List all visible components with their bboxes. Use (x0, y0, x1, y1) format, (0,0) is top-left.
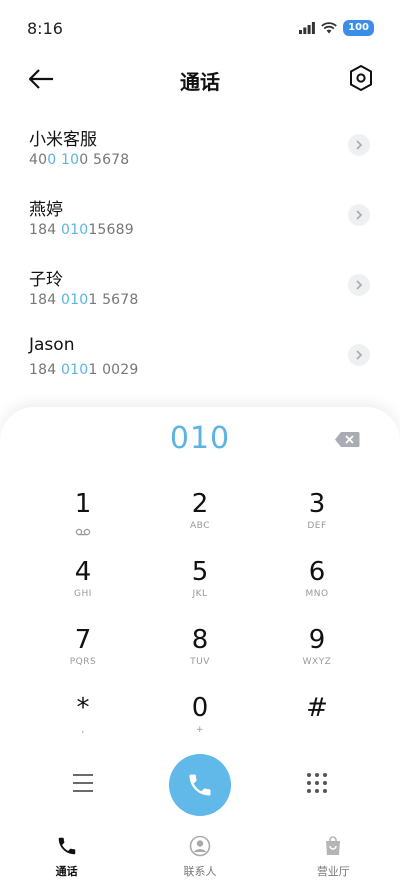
status-bar: 8:16 100 (0, 0, 400, 56)
tab-label: 营业厅 (316, 865, 350, 878)
chevron-right-icon[interactable] (348, 204, 370, 226)
dialpad-panel: 010 1 2 ABC 3 DEF 4 GHI 5 JKL 6 MNO 7 PQ… (0, 407, 400, 823)
bottom-tab-bar: 通话 联系人 营业厅 (0, 823, 400, 889)
contact-number: 184 01015689 (29, 222, 134, 238)
wifi-icon (321, 22, 337, 34)
dialpad-keys: 1 2 ABC 3 DEF 4 GHI 5 JKL 6 MNO 7 PQRS 8… (0, 485, 400, 757)
contact-number: 400 100 5678 (29, 152, 130, 168)
dial-key-9[interactable]: 9 WXYZ (259, 621, 376, 689)
signal-icon (299, 22, 316, 34)
contact-name: 燕婷 (29, 200, 63, 220)
call-button[interactable] (169, 754, 231, 816)
menu-icon[interactable] (72, 773, 94, 793)
dial-key-star[interactable]: * , (25, 689, 142, 757)
contact-item[interactable]: Jason 184 0101 0029 (0, 322, 400, 392)
dial-key-5[interactable]: 5 JKL (142, 553, 259, 621)
tab-label: 联系人 (183, 865, 217, 878)
contact-number: 184 0101 0029 (29, 362, 139, 378)
dial-key-0[interactable]: 0 + (142, 689, 259, 757)
dial-key-3[interactable]: 3 DEF (259, 485, 376, 553)
contact-item[interactable]: 小米客服 400 100 5678 (0, 112, 400, 182)
chevron-right-icon[interactable] (348, 274, 370, 296)
status-time: 8:16 (27, 18, 63, 38)
status-icons: 100 (299, 20, 374, 36)
dial-key-1[interactable]: 1 (25, 485, 142, 553)
chevron-right-icon[interactable] (348, 134, 370, 156)
contact-name: 子玲 (29, 270, 63, 290)
contact-icon (189, 835, 211, 857)
dialpad-grid-icon[interactable] (306, 772, 328, 794)
contact-name: 小米客服 (29, 130, 97, 150)
contact-results-list: 小米客服 400 100 5678 燕婷 184 01015689 子玲 184… (0, 112, 400, 392)
dial-key-7[interactable]: 7 PQRS (25, 621, 142, 689)
voicemail-icon (75, 528, 91, 536)
phone-icon (189, 774, 211, 796)
dial-key-8[interactable]: 8 TUV (142, 621, 259, 689)
dial-key-6[interactable]: 6 MNO (259, 553, 376, 621)
contact-name: Jason (29, 335, 75, 355)
contact-number: 184 0101 5678 (29, 292, 139, 308)
chevron-right-icon[interactable] (348, 344, 370, 366)
dial-key-4[interactable]: 4 GHI (25, 553, 142, 621)
battery-indicator: 100 (343, 20, 374, 36)
header: 通话 (0, 56, 400, 102)
tab-service-hall[interactable]: 营业厅 (267, 823, 400, 889)
tab-calls[interactable]: 通话 (0, 823, 133, 889)
shopping-bag-icon (326, 836, 341, 855)
page-title: 通话 (180, 70, 220, 94)
phone-icon (58, 837, 75, 855)
contact-item[interactable]: 燕婷 184 01015689 (0, 182, 400, 252)
backspace-icon[interactable] (334, 431, 360, 448)
contact-item[interactable]: 子玲 184 0101 5678 (0, 252, 400, 322)
tab-label: 通话 (55, 865, 78, 878)
tab-contacts[interactable]: 联系人 (133, 823, 266, 889)
dial-key-hash[interactable]: # (259, 689, 376, 757)
dialpad-actions (0, 753, 400, 817)
dial-key-2[interactable]: 2 ABC (142, 485, 259, 553)
settings-hexagon-icon[interactable] (348, 64, 374, 92)
